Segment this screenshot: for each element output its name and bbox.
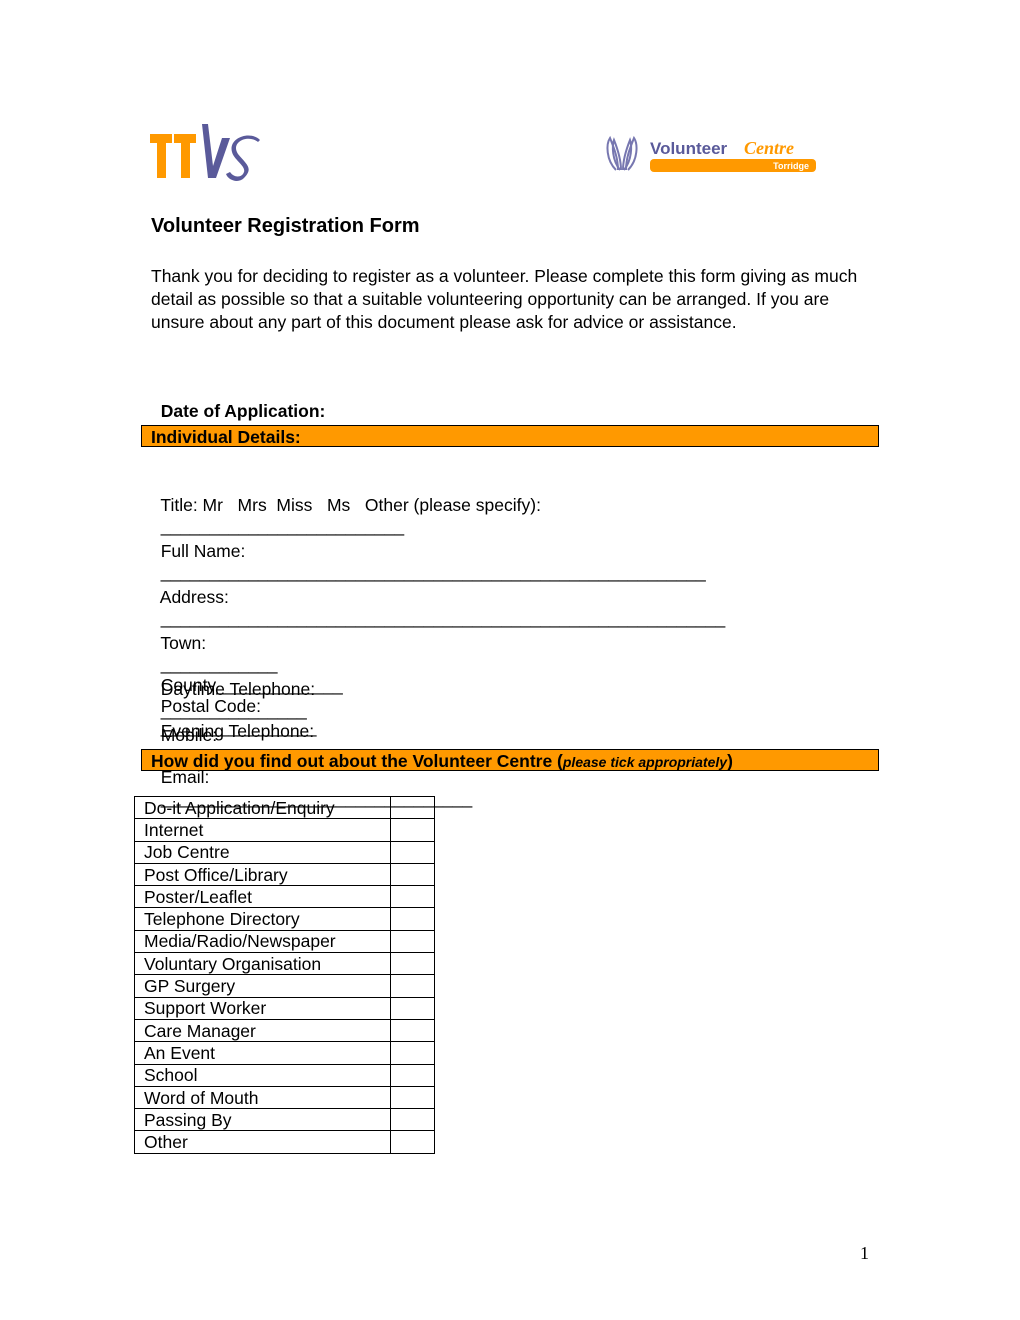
full-name-label: Full Name: [160,541,246,561]
tick-box[interactable] [390,1108,435,1132]
tick-box[interactable] [390,795,435,820]
table-row: Post Office/Library [134,862,435,887]
logo-word-volunteer: Volunteer [650,139,728,158]
table-row: Telephone Directory [134,907,435,931]
source-label: Do-it Application/Enquiry [134,795,391,820]
source-label: Other [134,1130,391,1154]
source-label: Word of Mouth [134,1085,391,1110]
tick-box[interactable] [390,974,435,998]
table-row: Job Centre [134,840,435,864]
how-found-main: How did you find out about the Volunteer… [151,751,563,771]
source-checklist: Do-it Application/Enquiry Internet Job Cen… [134,795,435,1154]
tick-box[interactable] [390,996,435,1020]
tick-box[interactable] [390,818,435,842]
page-number: 1 [860,1243,869,1263]
how-found-instruction: please tick appropriately [562,754,728,770]
table-row: Do-it Application/Enquiry [134,795,435,820]
ttvs-logo [150,120,265,186]
mobile-label: Mobile: [160,725,218,745]
section-individual-details: Individual Details: [141,425,879,447]
tick-box[interactable] [390,907,435,931]
tick-box[interactable] [390,885,435,909]
tick-box[interactable] [390,1041,435,1065]
source-label: Poster/Leaflet [134,885,391,909]
page-title: Volunteer Registration Form [151,215,420,237]
table-row: Media/Radio/Newspaper [134,929,435,954]
table-row: Care Manager [134,1018,435,1043]
table-row: Support Worker [134,996,435,1020]
table-row: Voluntary Organisation [134,952,435,976]
tick-box[interactable] [390,1085,435,1110]
source-label: Support Worker [134,996,391,1020]
source-label: Internet [134,818,391,842]
table-row: Word of Mouth [134,1085,435,1110]
address-label: Address: [159,587,229,607]
table-row: An Event [134,1041,435,1065]
section-how-found: How did you find out about the Volunteer… [141,749,879,771]
source-label: Media/Radio/Newspaper [134,929,391,954]
table-row: School [134,1063,435,1087]
tick-box[interactable] [390,1018,435,1043]
volunteer-centre-logo: Volunteer Centre Torridge [604,132,820,176]
table-row: Internet [134,818,435,842]
how-found-close: ) [727,751,733,771]
source-label: Voluntary Organisation [134,952,391,976]
table-row: Other [134,1130,435,1154]
date-label: Date of Application: [160,401,326,421]
daytime-tel-label: Daytime Telephone: [160,679,316,699]
table-row: GP Surgery [134,974,435,998]
source-label: GP Surgery [134,974,391,998]
tick-box[interactable] [390,840,435,864]
tick-box[interactable] [390,1130,435,1154]
logo-subtitle: Torridge [773,161,809,171]
town-label: Town: [160,633,207,653]
source-label: Post Office/Library [134,862,391,887]
title-label: Title: Mr Mrs Miss Ms Other (please spec… [160,495,541,515]
source-label: An Event [134,1041,391,1065]
source-label: Care Manager [134,1018,391,1043]
logo-word-centre: Centre [744,138,794,158]
source-label: Passing By [134,1108,391,1132]
tick-box[interactable] [390,929,435,954]
table-row: Passing By [134,1108,435,1132]
source-label: School [134,1063,391,1087]
table-row: Poster/Leaflet [134,885,435,909]
intro-paragraph: Thank you for deciding to register as a … [151,266,858,332]
tick-box[interactable] [390,862,435,887]
source-label: Job Centre [134,840,391,864]
source-label: Telephone Directory [134,907,391,931]
tick-box[interactable] [390,1063,435,1087]
tick-box[interactable] [390,952,435,976]
